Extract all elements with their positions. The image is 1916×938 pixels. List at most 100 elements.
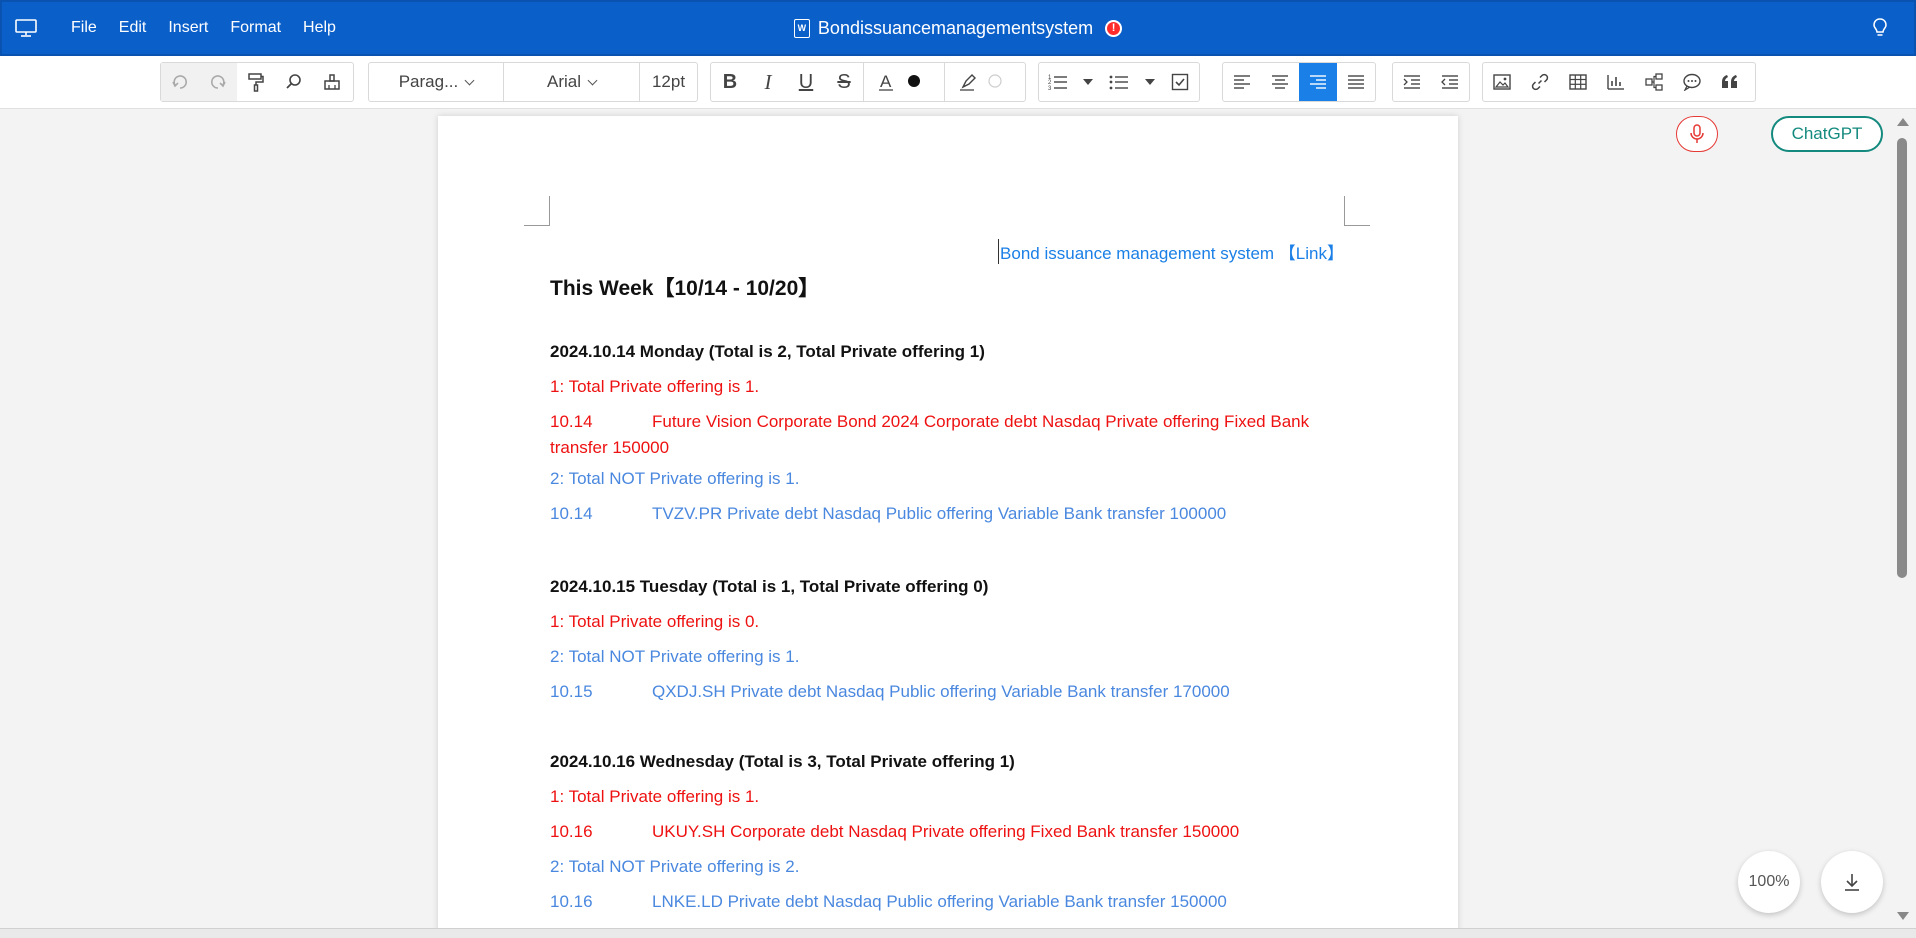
lightbulb-icon[interactable] (1872, 18, 1888, 38)
day-header: 2024.10.15 Tuesday (Total is 1, Total Pr… (550, 577, 989, 596)
paragraph-style-value: Parag... (398, 72, 459, 91)
bond-row: 10.16 UKUY.SH Corporate debt Nasdaq Priva… (550, 822, 1344, 857)
editor-window: File Edit Insert Format Help W Bondissua… (0, 0, 1916, 938)
paragraph-style-select[interactable]: Parag... (369, 63, 504, 101)
redo-button[interactable] (199, 63, 237, 101)
image-icon[interactable] (1483, 63, 1521, 101)
vertical-scrollbar[interactable] (1895, 114, 1909, 926)
bond-date: 10.15 (550, 682, 593, 701)
comment-icon[interactable] (1673, 63, 1711, 101)
checklist-icon[interactable] (1161, 63, 1199, 101)
bond-row: 10.16 LNKE.LD Private debt Nasdaq Public … (550, 892, 1344, 927)
insert-group (1482, 62, 1756, 102)
font-size-select[interactable]: 12pt (640, 63, 697, 101)
text-format-group: B I U S A (710, 62, 1026, 102)
bond-details: Future Vision Corporate Bond 2024 Corpor… (550, 412, 1310, 457)
private-summary: 1: Total Private offering is 1. (550, 377, 760, 396)
chevron-down-icon (464, 75, 475, 85)
day-header: 2024.10.16 Wednesday (Total is 3, Total … (550, 752, 1015, 771)
download-button[interactable] (1821, 851, 1883, 913)
menu-file[interactable]: File (60, 0, 108, 56)
document-canvas[interactable]: Bond issuance management system 【Link】 T… (0, 110, 1916, 928)
italic-button[interactable]: I (749, 63, 787, 101)
system-link[interactable]: Bond issuance management system 【Link】 (998, 239, 1344, 264)
caret-down-icon (1144, 79, 1155, 85)
caret-down-icon (1083, 79, 1094, 85)
title-bar: File Edit Insert Format Help W Bondissua… (0, 0, 1916, 56)
bullet-list-dropdown[interactable] (1138, 63, 1162, 101)
day-section: 2024.10.14 Monday (Total is 2, Total Pri… (550, 342, 1344, 539)
indent-increase-icon[interactable] (1393, 63, 1431, 101)
warning-icon[interactable]: ! (1105, 19, 1123, 37)
font-size-value: 12pt (651, 72, 686, 91)
table-icon[interactable] (1559, 63, 1597, 101)
search-icon[interactable] (275, 63, 313, 101)
font-family-select[interactable]: Arial (504, 63, 640, 101)
bond-row: 10.15 QXDJ.SH Private debt Nasdaq Public … (550, 682, 1344, 717)
quote-icon[interactable] (1711, 63, 1749, 101)
bond-row: 10.14 Future Vision Corporate Bond 2024 C… (550, 409, 1344, 469)
monitor-icon[interactable] (14, 18, 38, 38)
font-color-button[interactable]: A (864, 63, 944, 101)
svg-text:A: A (880, 72, 892, 91)
private-summary: 1: Total Private offering is 0. (550, 612, 760, 631)
diagram-icon[interactable] (1635, 63, 1673, 101)
status-bar (0, 928, 1916, 938)
bond-details: LNKE.LD Private debt Nasdaq Public offer… (652, 892, 1227, 911)
private-summary: 1: Total Private offering is 1. (550, 787, 760, 806)
public-summary: 2: Total NOT Private offering is 2. (550, 857, 800, 876)
indent-group (1392, 62, 1470, 102)
scroll-up-icon[interactable] (1897, 118, 1909, 126)
bond-date: 10.16 (550, 892, 593, 911)
highlight-color-button[interactable] (945, 63, 1025, 101)
bond-details: QXDJ.SH Private debt Nasdaq Public offer… (652, 682, 1230, 701)
document-page[interactable]: Bond issuance management system 【Link】 T… (438, 116, 1458, 928)
align-justify-icon[interactable] (1337, 63, 1375, 101)
chevron-down-icon (587, 75, 598, 85)
chart-icon[interactable] (1597, 63, 1635, 101)
document-title: Bondissuancemanagementsystem (817, 17, 1094, 38)
week-title: This Week【10/14 - 10/20】 (550, 277, 820, 300)
alignment-group (1222, 62, 1376, 102)
strikethrough-button[interactable]: S (825, 63, 863, 101)
microphone-button[interactable] (1676, 116, 1718, 152)
list-group: 123 (1038, 62, 1200, 102)
bond-date: 10.16 (550, 822, 593, 841)
toolbar: Parag... Arial 12pt B I U S A 1 2 3 (0, 56, 1916, 109)
link-icon[interactable] (1521, 63, 1559, 101)
align-left-icon[interactable] (1223, 63, 1261, 101)
bond-details: UKUY.SH Corporate debt Nasdaq Private of… (652, 822, 1240, 841)
scrollbar-thumb[interactable] (1897, 138, 1907, 578)
menu-bar: File Edit Insert Format Help (60, 0, 347, 56)
public-summary: 2: Total NOT Private offering is 1. (550, 647, 800, 666)
menu-insert[interactable]: Insert (157, 0, 219, 56)
bond-date: 10.14 (550, 412, 593, 431)
numbered-list-dropdown[interactable] (1077, 63, 1101, 101)
bond-row: 10.14 TVZV.PR Private debt Nasdaq Public … (550, 504, 1344, 539)
chatgpt-button[interactable]: ChatGPT (1771, 116, 1883, 152)
bond-date: 10.14 (550, 504, 593, 523)
bullet-list-icon[interactable] (1100, 63, 1138, 101)
menu-format[interactable]: Format (219, 0, 292, 56)
scroll-down-icon[interactable] (1897, 912, 1909, 920)
public-summary: 2: Total NOT Private offering is 1. (550, 469, 800, 488)
margin-corner-top-left (524, 196, 550, 226)
format-painter-button[interactable] (237, 63, 275, 101)
day-section: 2024.10.16 Wednesday (Total is 3, Total … (550, 752, 1344, 927)
indent-decrease-icon[interactable] (1431, 63, 1469, 101)
word-document-icon: W (793, 18, 810, 38)
menu-edit[interactable]: Edit (108, 0, 158, 56)
zoom-button[interactable]: 100% (1738, 851, 1800, 913)
align-right-icon[interactable] (1299, 63, 1337, 101)
svg-text:3: 3 (1048, 86, 1052, 91)
menu-help[interactable]: Help (292, 0, 347, 56)
align-center-icon[interactable] (1261, 63, 1299, 101)
numbered-list-icon[interactable]: 123 (1039, 63, 1077, 101)
font-family-value: Arial (546, 72, 581, 91)
day-section: 2024.10.15 Tuesday (Total is 1, Total Pr… (550, 577, 1344, 717)
history-group (160, 62, 354, 102)
undo-button[interactable] (161, 63, 199, 101)
bold-button[interactable]: B (711, 63, 749, 101)
underline-button[interactable]: U (787, 63, 825, 101)
clear-format-icon[interactable] (313, 63, 351, 101)
